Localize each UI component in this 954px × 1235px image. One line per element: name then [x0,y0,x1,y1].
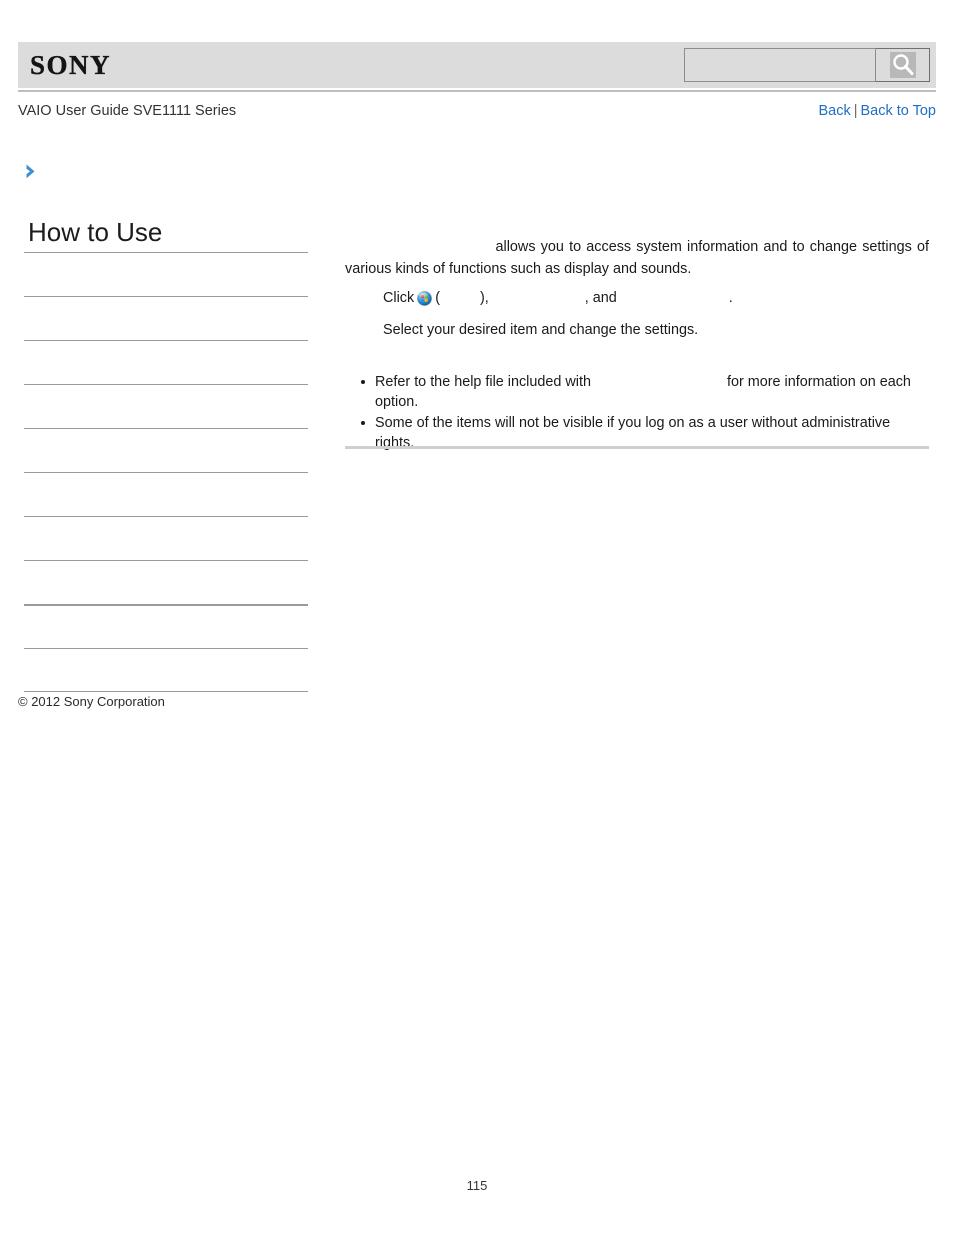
page-title: How to Use [28,217,163,247]
sidebar-item-9[interactable] [24,648,308,692]
sidebar-item-7[interactable] [24,560,308,604]
page-number: 115 [466,1178,488,1193]
steps-block: Click( ), , and . Select your desired it… [345,284,929,344]
search-button[interactable] [876,48,930,82]
step-2: Select your desired item and change the … [383,322,699,338]
step-1-click-label: Click [383,290,415,306]
step-1-hidden-end [617,290,729,306]
sony-logo: SONY [30,50,112,80]
sidebar-item-8[interactable] [24,604,308,648]
search-input[interactable] [684,48,876,82]
sidebar: How to Use [24,215,308,692]
step-1-and-label: , and [584,290,617,306]
sidebar-item-2[interactable] [24,340,308,384]
header-divider [18,90,936,92]
intro-hidden-term [345,239,496,255]
main-content: allows you to access system information … [345,236,929,454]
site-header: SONY [18,42,936,88]
header-nav: Back | Back to Top [818,100,936,122]
content-divider [345,446,929,449]
note-item-0: Refer to the help file included with for… [361,372,929,412]
guide-title: VAIO User Guide SVE1111 Series [18,103,237,119]
step-1-hidden-start [440,290,480,306]
sidebar-item-6[interactable] [24,516,308,560]
notes-list: Refer to the help file included with for… [345,372,929,453]
step-1-hidden-mid [489,290,585,306]
sidebar-item-4[interactable] [24,428,308,472]
chevron-right-icon [24,163,40,185]
step-1-close-paren: ), [479,290,489,306]
sidebar-item-3[interactable] [24,384,308,428]
step-1: Click( ), , and . [383,284,929,316]
note-0-prefix: Refer to the help file included with [375,374,591,390]
windows-start-orb-icon[interactable] [417,288,433,316]
back-to-top-link[interactable]: Back to Top [860,103,936,119]
note-0-hidden-term [591,374,727,390]
step-1-period: . [728,290,733,306]
subheader: VAIO User Guide SVE1111 Series Back | Back… [18,100,936,122]
sidebar-list [24,252,308,692]
intro-paragraph: allows you to access system information … [345,236,929,280]
search-icon [889,52,916,78]
copyright-notice: © 2012 Sony Corporation [18,694,165,709]
sidebar-item-5[interactable] [24,472,308,516]
nav-separator: | [853,103,858,119]
sidebar-item-1[interactable] [24,296,308,340]
breadcrumb[interactable] [24,162,46,186]
sidebar-item-0[interactable] [24,252,308,296]
back-link[interactable]: Back [818,103,850,119]
search-area [684,48,930,82]
